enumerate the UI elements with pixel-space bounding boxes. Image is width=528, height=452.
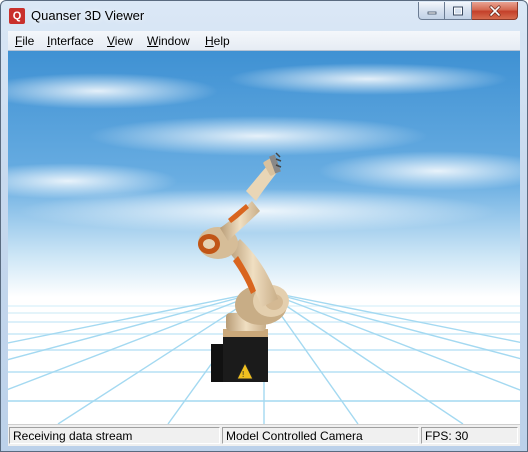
title-bar[interactable]: Q Quanser 3D Viewer (1, 1, 527, 31)
menu-interface[interactable]: Interface (47, 34, 94, 48)
menu-help[interactable]: Help (205, 34, 230, 48)
menu-bar: File Interface View Window Help (8, 31, 520, 51)
3d-viewport[interactable]: ! (8, 51, 520, 424)
minimize-button[interactable] (418, 2, 445, 20)
app-window: Q Quanser 3D Viewer File Interface View … (0, 0, 528, 452)
status-fps: FPS: 30 (421, 427, 518, 444)
maximize-button[interactable] (445, 2, 472, 20)
menu-file[interactable]: File (15, 34, 34, 48)
menu-window[interactable]: Window (147, 34, 190, 48)
svg-text:!: ! (242, 370, 244, 379)
quanser-logo-icon[interactable]: Q (9, 8, 25, 24)
scene-render: ! (8, 51, 520, 424)
close-button[interactable] (472, 2, 518, 20)
window-title: Quanser 3D Viewer (31, 8, 145, 23)
status-camera-mode: Model Controlled Camera (222, 427, 419, 444)
close-icon (489, 5, 500, 16)
maximize-icon (453, 6, 463, 15)
status-bar: Receiving data stream Model Controlled C… (8, 424, 520, 446)
menu-view[interactable]: View (107, 34, 133, 48)
minimize-icon (427, 11, 436, 14)
status-connection: Receiving data stream (9, 427, 220, 444)
